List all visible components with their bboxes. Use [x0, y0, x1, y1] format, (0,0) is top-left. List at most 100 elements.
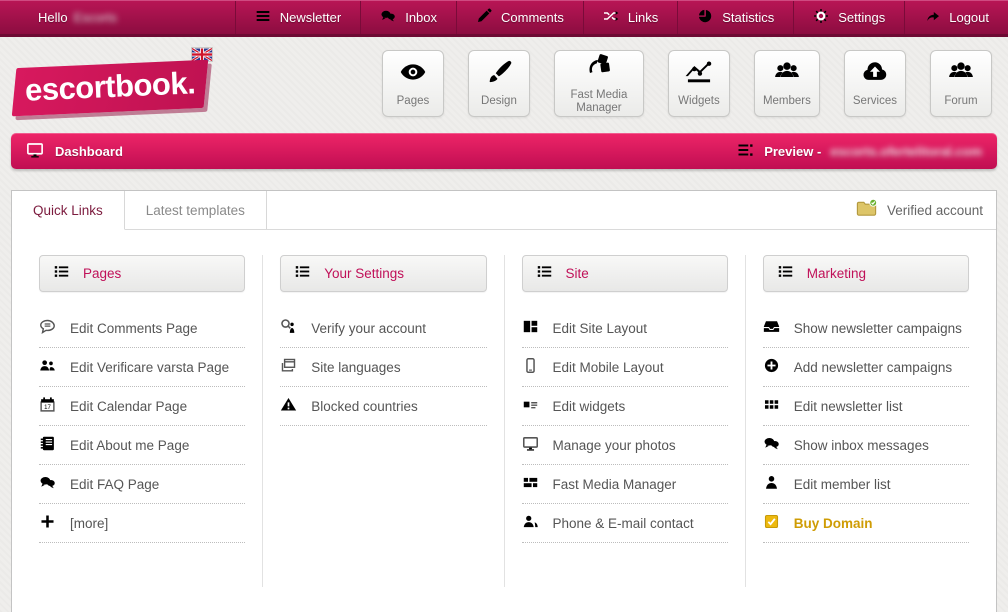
preview-link[interactable]: Preview - escorts.ofertelitoral.com [737, 141, 982, 162]
contact-person-icon [522, 513, 539, 533]
link-edit-newsletter-list[interactable]: Edit newsletter list [763, 387, 969, 426]
link-label: Edit Comments Page [70, 321, 198, 336]
list-menu-icon [53, 263, 70, 285]
app-button-label: Design [481, 95, 517, 108]
forum-button[interactable]: Forum [930, 50, 992, 117]
nav-label: Newsletter [280, 10, 341, 25]
pie-chart-icon [697, 8, 713, 27]
shuffle-icon [603, 8, 619, 27]
dashboard-title-group[interactable]: Dashboard [26, 141, 123, 162]
stacked-windows-icon [280, 357, 297, 377]
link-edit-verificare-varsta-page[interactable]: Edit Verificare varsta Page [39, 348, 245, 387]
fast-media-manager-button[interactable]: Fast Media Manager [554, 50, 644, 117]
column-pages: Pages Edit Comments Page Edit Verificare… [22, 255, 263, 587]
layout-blocks-icon [522, 318, 539, 338]
link-label: [more] [70, 516, 108, 531]
top-navigation: Newsletter Inbox Comments Links Statisti… [235, 1, 1008, 34]
escortbook-logo[interactable]: escortbook. [12, 60, 208, 117]
app-button-label: Forum [944, 95, 977, 108]
people-group-icon [947, 58, 975, 91]
design-button[interactable]: Design [468, 50, 530, 117]
link-edit-calendar-page[interactable]: Edit Calendar Page [39, 387, 245, 426]
link-phone-email-contact[interactable]: Phone & E-mail contact [522, 504, 728, 543]
nav-item-newsletter[interactable]: Newsletter [235, 1, 360, 34]
monitor-icon [522, 435, 539, 455]
app-button-label: Services [853, 95, 897, 108]
link-label: Edit FAQ Page [70, 477, 159, 492]
logout-arrow-icon [924, 8, 940, 27]
link-manage-your-photos[interactable]: Manage your photos [522, 426, 728, 465]
magnifier-person-icon [280, 318, 297, 338]
nav-item-settings[interactable]: Settings [793, 1, 904, 34]
main-panel: Quick Links Latest templates Verified ac… [11, 190, 997, 612]
preview-label: Preview - [764, 144, 821, 159]
tab-latest-templates[interactable]: Latest templates [125, 191, 267, 229]
link-more-pages[interactable]: [more] [39, 504, 245, 543]
media-photos-icon [585, 52, 613, 85]
monitor-icon [26, 141, 44, 162]
nav-item-logout[interactable]: Logout [904, 1, 1008, 34]
link-blocked-countries[interactable]: Blocked countries [280, 387, 486, 426]
column-header-pages[interactable]: Pages [39, 255, 245, 292]
cloud-upload-icon [861, 58, 889, 91]
widgets-button[interactable]: Widgets [668, 50, 730, 117]
plus-circle-icon [763, 357, 780, 377]
greeting-label: Hello [38, 10, 68, 25]
column-header-site[interactable]: Site [522, 255, 728, 292]
calendar-icon [39, 396, 56, 416]
warning-triangle-icon [280, 396, 297, 416]
link-label: Edit Mobile Layout [553, 360, 664, 375]
link-label: Edit Site Layout [553, 321, 648, 336]
column-title: Site [566, 266, 589, 281]
link-label: Manage your photos [553, 438, 676, 453]
column-header-your-settings[interactable]: Your Settings [280, 255, 486, 292]
pages-button[interactable]: Pages [382, 50, 444, 117]
dashboard-title: Dashboard [55, 144, 123, 159]
nav-item-comments[interactable]: Comments [456, 1, 583, 34]
link-edit-faq-page[interactable]: Edit FAQ Page [39, 465, 245, 504]
link-edit-comments-page[interactable]: Edit Comments Page [39, 309, 245, 348]
link-show-newsletter-campaigns[interactable]: Show newsletter campaigns [763, 309, 969, 348]
column-header-marketing[interactable]: Marketing [763, 255, 969, 292]
link-edit-about-me-page[interactable]: Edit About me Page [39, 426, 245, 465]
greeting: Hello Escorts [38, 1, 117, 34]
pencil-icon [476, 8, 492, 27]
link-label: Site languages [311, 360, 400, 375]
tab-label: Latest templates [146, 203, 245, 218]
link-label: Edit Verificare varsta Page [70, 360, 229, 375]
two-people-icon [39, 357, 56, 377]
app-button-label: Members [763, 95, 811, 108]
services-button[interactable]: Services [844, 50, 906, 117]
quick-links-content: Pages Edit Comments Page Edit Verificare… [12, 230, 996, 612]
link-edit-mobile-layout[interactable]: Edit Mobile Layout [522, 348, 728, 387]
link-fast-media-manager[interactable]: Fast Media Manager [522, 465, 728, 504]
tab-quick-links[interactable]: Quick Links [12, 191, 125, 230]
link-site-languages[interactable]: Site languages [280, 348, 486, 387]
dashboard-page: Hello Escorts Newsletter Inbox Comments … [0, 0, 1008, 612]
link-label: Edit member list [794, 477, 891, 492]
column-site: Site Edit Site Layout Edit Mobile Layout… [505, 255, 746, 587]
comment-bubble-icon [39, 318, 56, 338]
link-edit-site-layout[interactable]: Edit Site Layout [522, 309, 728, 348]
members-button[interactable]: Members [754, 50, 820, 117]
nav-item-statistics[interactable]: Statistics [677, 1, 793, 34]
menu-lines-icon [255, 8, 271, 27]
app-button-label: Widgets [678, 95, 720, 108]
header: escortbook. Pages Design Fast Media Mana… [0, 37, 1008, 131]
nav-item-links[interactable]: Links [583, 1, 677, 34]
link-verify-your-account[interactable]: Verify your account [280, 309, 486, 348]
link-label: Edit newsletter list [794, 399, 903, 414]
nav-item-inbox[interactable]: Inbox [360, 1, 456, 34]
link-buy-domain[interactable]: Buy Domain [763, 504, 969, 543]
link-edit-widgets[interactable]: Edit widgets [522, 387, 728, 426]
dashboard-bar: Dashboard Preview - escorts.ofertelitora… [11, 133, 997, 169]
link-show-inbox-messages[interactable]: Show inbox messages [763, 426, 969, 465]
link-label: Edit widgets [553, 399, 626, 414]
link-add-newsletter-campaigns[interactable]: Add newsletter campaigns [763, 348, 969, 387]
link-label: Edit Calendar Page [70, 399, 187, 414]
link-edit-member-list[interactable]: Edit member list [763, 465, 969, 504]
line-chart-icon [685, 58, 713, 91]
column-marketing: Marketing Show newsletter campaigns Add … [746, 255, 986, 587]
notebook-icon [39, 435, 56, 455]
nav-label: Comments [501, 10, 564, 25]
